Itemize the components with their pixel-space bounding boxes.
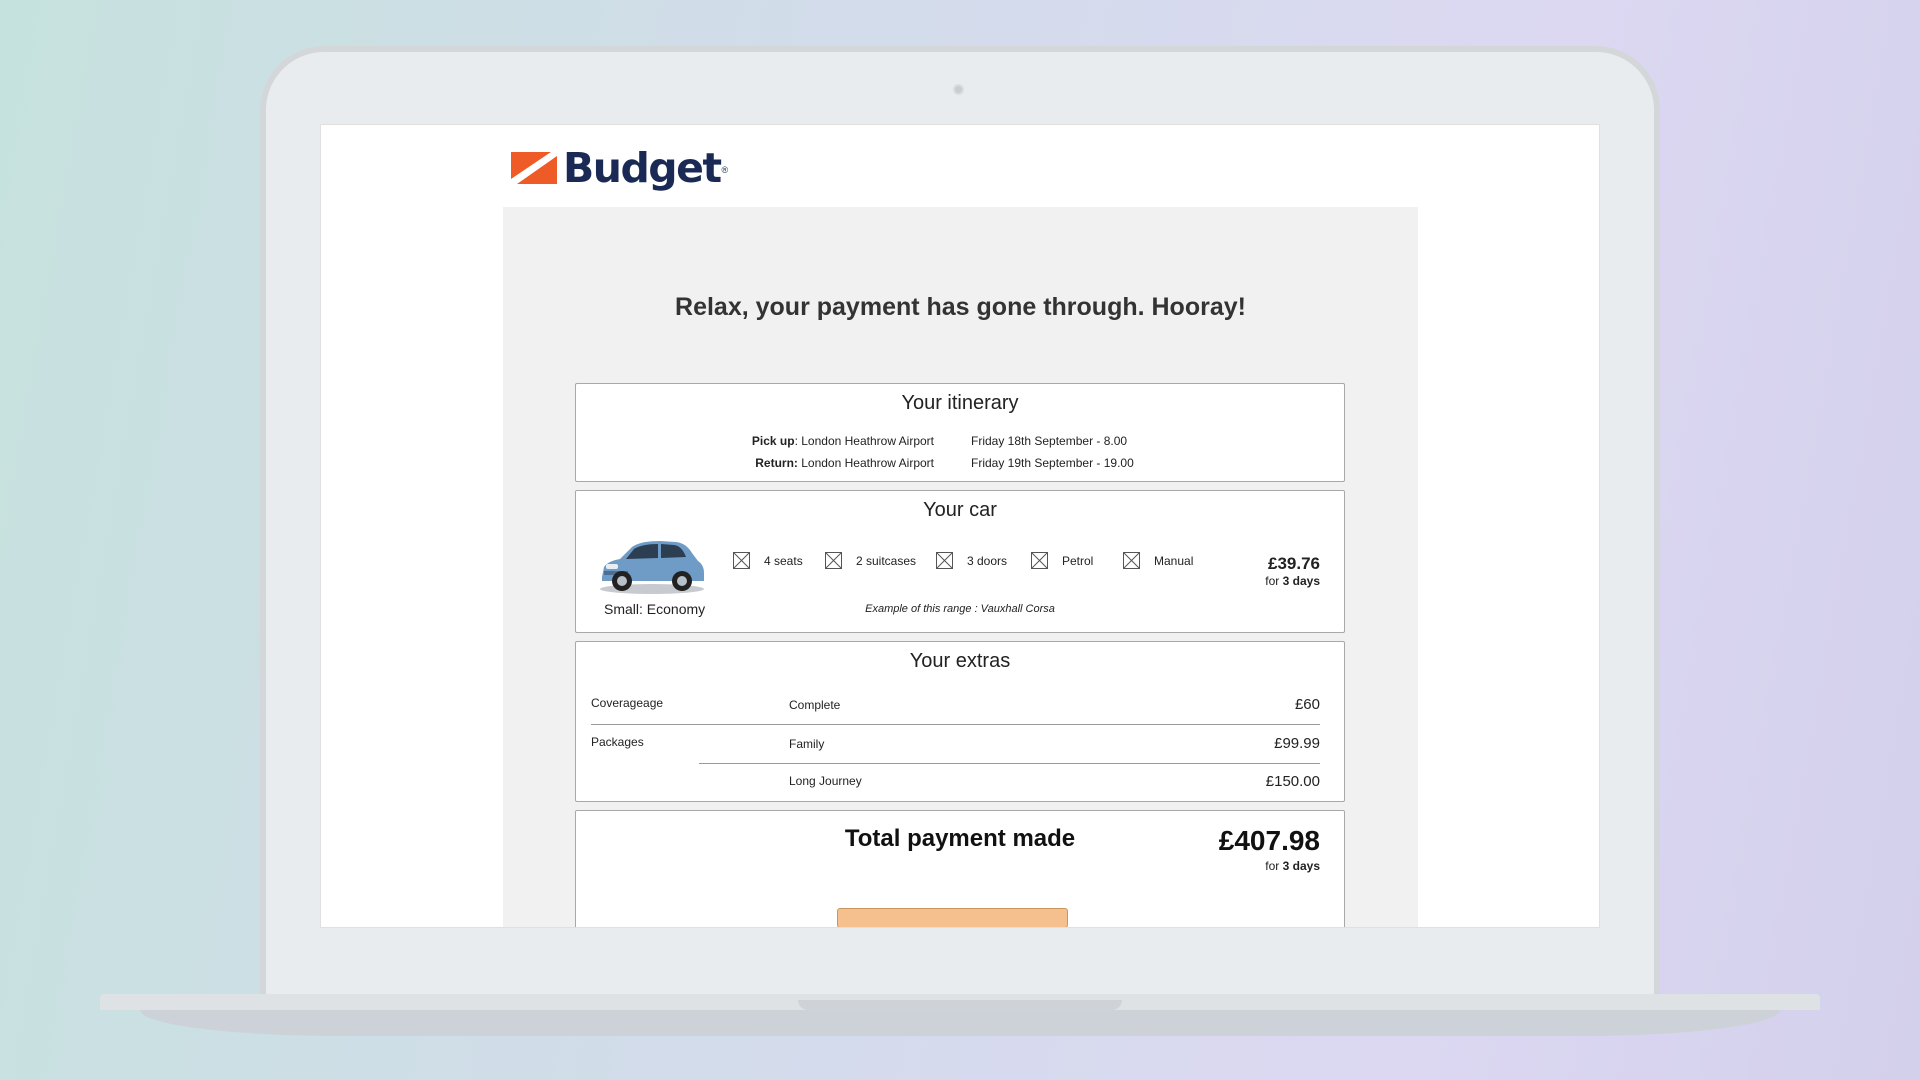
extras-title: Your extras bbox=[909, 650, 1011, 672]
broken-image-icon bbox=[733, 552, 750, 569]
broken-image-icon bbox=[1123, 552, 1140, 569]
registered-mark: ® bbox=[721, 165, 729, 175]
coverage-label: Coverageage bbox=[591, 696, 664, 710]
package-price: £150.00 bbox=[1265, 773, 1320, 790]
total-price: £407.98 bbox=[1218, 825, 1320, 856]
laptop-base-shadow bbox=[140, 1010, 1780, 1036]
budget-logo[interactable]: Budget ® bbox=[511, 143, 728, 193]
coverage-name: Complete bbox=[789, 698, 841, 712]
feature-fuel: Petrol bbox=[1031, 552, 1093, 569]
confirmation-panel: Relax, your payment has gone through. Ho… bbox=[503, 207, 1418, 927]
car-price-block: £39.76 for 3 days bbox=[1265, 554, 1320, 588]
return-location: London Heathrow Airport bbox=[797, 456, 934, 470]
packages-label: Packages bbox=[591, 735, 644, 749]
feature-suitcases: 2 suitcases bbox=[825, 552, 916, 569]
total-price-block: £407.98 for 3 days bbox=[1219, 825, 1320, 873]
divider bbox=[699, 763, 1320, 764]
divider bbox=[591, 724, 1320, 725]
broken-image-icon bbox=[936, 552, 953, 569]
return-datetime: Friday 19th September - 19.00 bbox=[971, 456, 1134, 470]
browser-viewport: Budget ® Relax, your payment has gone thr… bbox=[320, 124, 1600, 928]
webcam-icon bbox=[953, 84, 964, 95]
pickup-location: : London Heathrow Airport bbox=[794, 434, 934, 448]
package-name: Long Journey bbox=[789, 774, 862, 788]
car-card: Your car Small: Economy 4 seats 2 suitca… bbox=[575, 490, 1345, 633]
broken-image-icon bbox=[1031, 552, 1048, 569]
itinerary-card: Your itinerary Pick up: London Heathrow … bbox=[575, 383, 1345, 482]
page-title: Relax, your payment has gone through. Ho… bbox=[675, 293, 1246, 321]
car-example: Example of this range : Vauxhall Corsa bbox=[865, 603, 1055, 615]
car-price: £39.76 bbox=[1268, 554, 1320, 573]
feature-transmission: Manual bbox=[1123, 552, 1193, 569]
continue-button[interactable] bbox=[837, 908, 1068, 927]
car-duration: for 3 days bbox=[1265, 574, 1320, 588]
feature-doors: 3 doors bbox=[936, 552, 1007, 569]
budget-logo-text: Budget bbox=[563, 143, 722, 192]
broken-image-icon bbox=[825, 552, 842, 569]
total-card: Total payment made £407.98 for 3 days bbox=[575, 810, 1345, 927]
package-price: £99.99 bbox=[1274, 735, 1320, 752]
feature-seats: 4 seats bbox=[733, 552, 803, 569]
coverage-price: £60 bbox=[1294, 696, 1320, 713]
package-name: Family bbox=[789, 737, 825, 751]
extras-card: Your extras Coverageage Complete £60 Pac… bbox=[575, 641, 1345, 802]
budget-logo-mark-icon bbox=[511, 152, 557, 184]
pickup-label: Pick up bbox=[751, 434, 795, 448]
pickup-datetime: Friday 18th September - 8.00 bbox=[971, 434, 1128, 448]
car-title: Your car bbox=[923, 499, 997, 521]
laptop-hinge-notch bbox=[798, 1000, 1122, 1010]
car-image bbox=[600, 541, 704, 594]
total-duration: for 3 days bbox=[1265, 859, 1320, 873]
itinerary-title: Your itinerary bbox=[901, 392, 1019, 414]
return-label: Return: bbox=[755, 456, 798, 470]
